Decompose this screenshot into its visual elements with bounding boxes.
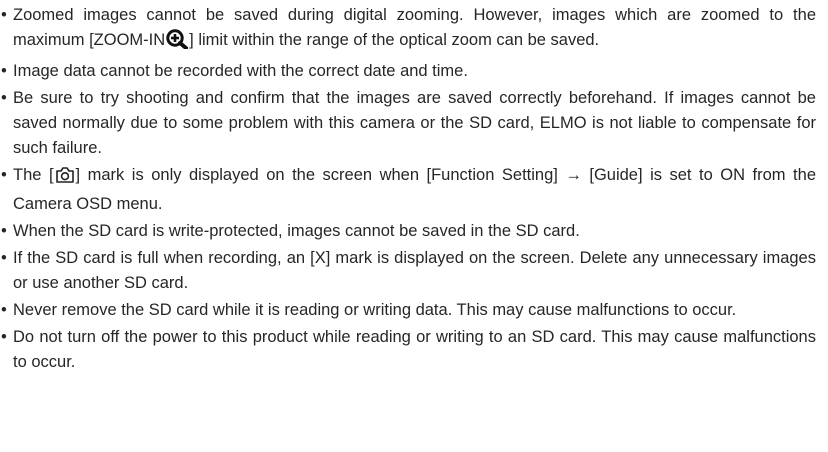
note-do-not-remove-card: • Never remove the SD card while it is r… (0, 298, 816, 323)
bullet: • (1, 62, 7, 80)
zoom-in-magnifier-plus-icon (166, 29, 189, 57)
bullet: • (1, 166, 7, 184)
note-text: Never remove the SD card while it is rea… (13, 301, 737, 319)
note-write-protected: • When the SD card is write-protected, i… (0, 219, 816, 244)
note-card-full: • If the SD card is full when recording,… (0, 246, 816, 296)
note-camera-mark: • The [] mark is only displayed on the s… (0, 163, 816, 217)
note-zoom-save: • Zoomed images cannot be saved during d… (0, 3, 816, 57)
bullet: • (1, 222, 7, 240)
bullet: • (1, 6, 7, 24)
bullet: • (1, 249, 7, 267)
note-text-end: ] limit within the range of the optical … (189, 31, 600, 49)
note-text: If the SD card is full when recording, a… (13, 249, 816, 292)
note-date-time: • Image data cannot be recorded with the… (0, 59, 816, 84)
note-text-end: ] mark is only displayed on the screen w… (13, 166, 816, 213)
bullet: • (1, 301, 7, 319)
note-text: Do not turn off the power to this produc… (13, 328, 816, 371)
note-text: Image data cannot be recorded with the c… (13, 62, 468, 80)
note-text-start: The [ (13, 166, 54, 184)
note-test-shooting: • Be sure to try shooting and confirm th… (0, 86, 816, 161)
note-text: When the SD card is write-protected, ima… (13, 222, 580, 240)
notes-list: • Zoomed images cannot be saved during d… (0, 0, 816, 375)
bullet: • (1, 89, 7, 107)
camera-icon (55, 166, 75, 192)
note-do-not-power-off: • Do not turn off the power to this prod… (0, 325, 816, 375)
bullet: • (1, 328, 7, 346)
note-text: Be sure to try shooting and confirm that… (13, 89, 816, 157)
